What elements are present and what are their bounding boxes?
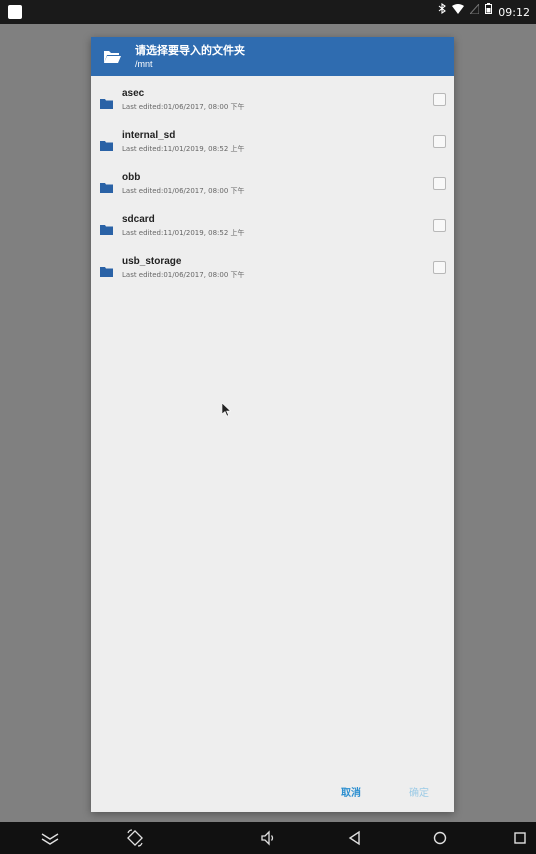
folder-checkbox[interactable]: [433, 177, 446, 190]
folder-last-edited: Last edited:11/01/2019, 08:52 上午: [122, 145, 245, 153]
folder-name: sdcard: [122, 214, 155, 225]
back-icon[interactable]: [345, 828, 365, 848]
battery-icon: [485, 0, 493, 24]
wifi-icon: [452, 0, 465, 24]
volume-icon[interactable]: [258, 828, 278, 848]
folder-checkbox[interactable]: [433, 135, 446, 148]
folder-name: asec: [122, 88, 145, 99]
ok-button[interactable]: 确定: [409, 784, 429, 799]
dialog-title: 请选择要导入的文件夹: [135, 44, 245, 57]
folder-last-edited: Last edited:01/06/2017, 08:00 下午: [122, 187, 245, 195]
folder-icon: [100, 178, 113, 193]
folder-icon: [100, 262, 113, 277]
status-bar: 09:12: [0, 0, 536, 24]
folder-checkbox[interactable]: [433, 219, 446, 232]
dialog-actions: 取消 确定: [91, 782, 454, 802]
rotate-icon[interactable]: [125, 828, 145, 848]
collapse-icon[interactable]: [40, 828, 60, 848]
list-item[interactable]: internal_sd Last edited:11/01/2019, 08:5…: [91, 126, 454, 168]
home-icon[interactable]: [430, 828, 450, 848]
folder-name: usb_storage: [122, 256, 182, 267]
navigation-bar: [0, 822, 536, 854]
folder-last-edited: Last edited:01/06/2017, 08:00 下午: [122, 103, 245, 111]
recents-icon[interactable]: [510, 828, 530, 848]
mouse-cursor-icon: [221, 402, 232, 417]
folder-checkbox[interactable]: [433, 261, 446, 274]
list-item[interactable]: obb Last edited:01/06/2017, 08:00 下午: [91, 168, 454, 210]
folder-last-edited: Last edited:01/06/2017, 08:00 下午: [122, 271, 245, 279]
folder-name: internal_sd: [122, 130, 176, 141]
list-item[interactable]: sdcard Last edited:11/01/2019, 08:52 上午: [91, 210, 454, 252]
dialog-header: 请选择要导入的文件夹 /mnt: [91, 37, 454, 76]
folder-checkbox[interactable]: [433, 93, 446, 106]
app-notification-icon: [8, 5, 22, 19]
folder-icon: [100, 94, 113, 109]
folder-icon: [100, 220, 113, 235]
bluetooth-icon: [438, 0, 447, 24]
status-time: 09:12: [498, 5, 530, 19]
folder-last-edited: Last edited:11/01/2019, 08:52 上午: [122, 229, 245, 237]
list-item[interactable]: usb_storage Last edited:01/06/2017, 08:0…: [91, 252, 454, 294]
current-path: /mnt: [135, 59, 153, 69]
signal-icon: [469, 0, 480, 24]
list-item[interactable]: asec Last edited:01/06/2017, 08:00 下午: [91, 84, 454, 126]
folder-open-icon: [103, 48, 121, 65]
cancel-button[interactable]: 取消: [341, 784, 361, 799]
status-icons: 09:12: [438, 0, 530, 24]
folder-picker-dialog: 请选择要导入的文件夹 /mnt asec Last edited:01/06/2…: [91, 37, 454, 812]
folder-name: obb: [122, 172, 141, 183]
folder-icon: [100, 136, 113, 151]
folder-list: asec Last edited:01/06/2017, 08:00 下午 in…: [91, 84, 454, 294]
